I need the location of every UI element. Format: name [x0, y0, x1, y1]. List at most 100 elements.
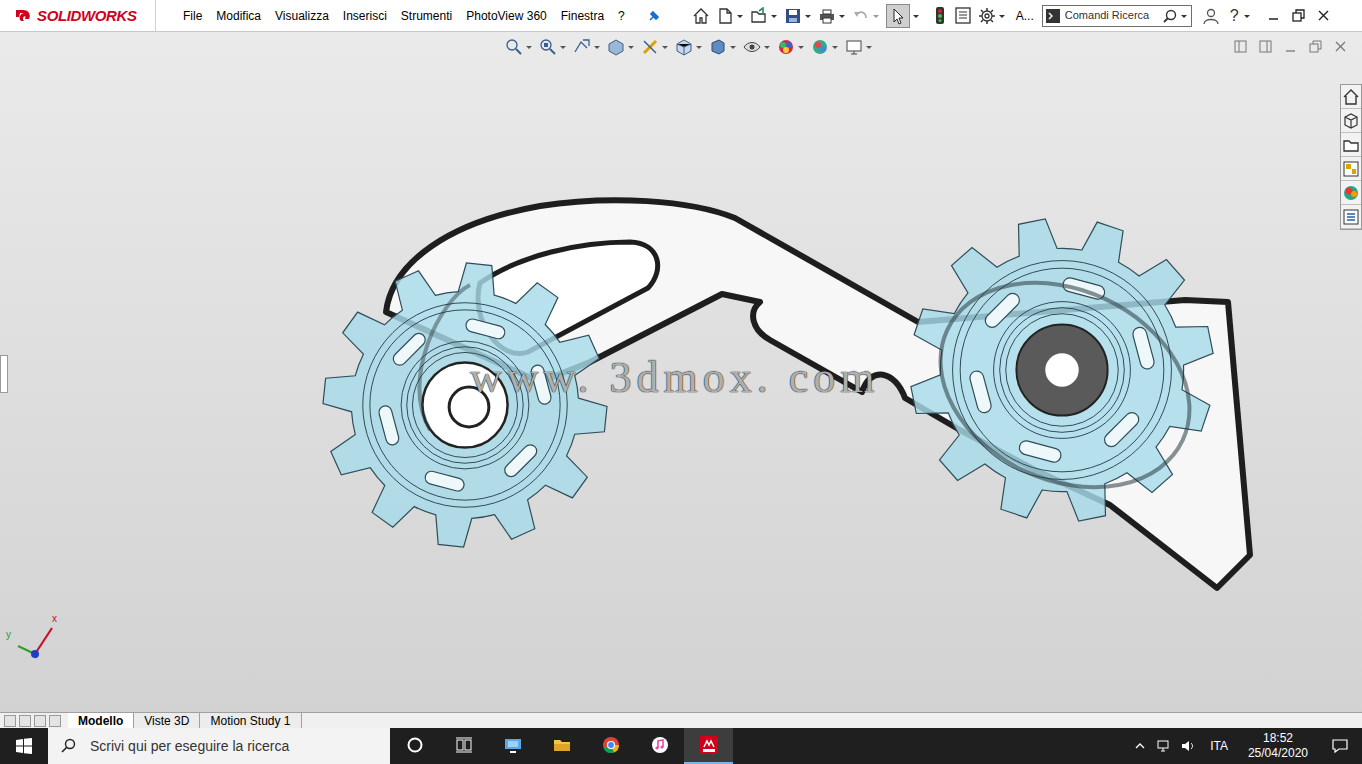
volume-icon[interactable]	[1176, 738, 1200, 754]
previous-tab-icon[interactable]	[19, 715, 31, 727]
menu-item[interactable]: Inserisci	[336, 7, 394, 25]
search-icon[interactable]	[1163, 9, 1177, 23]
dropdown-arrow-icon[interactable]	[872, 13, 880, 19]
previous-view-icon[interactable]	[573, 38, 591, 56]
view-settings-icon[interactable]	[845, 38, 863, 56]
doc-minimize-icon[interactable]	[1284, 40, 1297, 53]
dropdown-arrow-icon[interactable]	[627, 44, 635, 50]
dropdown-arrow-icon[interactable]	[661, 44, 669, 50]
view-palette-icon[interactable]	[1341, 157, 1361, 181]
user-icon[interactable]	[1202, 7, 1220, 25]
dropdown-arrow-icon[interactable]	[865, 44, 873, 50]
input-language[interactable]: ITA	[1200, 737, 1238, 755]
home-icon[interactable]	[692, 7, 710, 25]
save-icon[interactable]	[784, 7, 802, 25]
undo-icon[interactable]	[852, 7, 870, 25]
taskbar-app[interactable]	[537, 728, 586, 764]
open-icon[interactable]	[750, 7, 768, 25]
file-explorer-icon[interactable]	[1341, 133, 1361, 157]
appearances-icon[interactable]	[1341, 181, 1361, 205]
command-search[interactable]	[1042, 5, 1192, 27]
feature-manager-tab[interactable]	[0, 355, 8, 393]
next-tab-icon[interactable]	[34, 715, 46, 727]
dropdown-arrow-icon[interactable]	[729, 44, 737, 50]
dropdown-arrow-icon[interactable]	[912, 13, 920, 19]
dropdown-arrow-icon[interactable]	[804, 13, 812, 19]
dropdown-arrow-icon[interactable]	[998, 13, 1006, 19]
zoom-to-fit-icon[interactable]	[505, 38, 523, 56]
dropdown-arrow-icon[interactable]	[1243, 13, 1251, 19]
dropdown-arrow-icon[interactable]	[695, 44, 703, 50]
dropdown-arrow-icon[interactable]	[736, 13, 744, 19]
clock[interactable]: 18:5225/04/2020	[1238, 731, 1318, 761]
windows-start-icon[interactable]	[0, 728, 48, 764]
menu-item[interactable]: Finestra	[554, 7, 611, 25]
menu-item[interactable]: ?	[611, 7, 632, 25]
menu-item[interactable]: PhotoView 360	[459, 7, 554, 25]
network-icon[interactable]	[1152, 738, 1176, 754]
taskbar-app[interactable]	[488, 728, 537, 764]
view-orientation-icon[interactable]	[675, 38, 693, 56]
graphics-area[interactable]: www. 3dmox. comxy	[0, 32, 1362, 712]
file-properties-icon[interactable]	[954, 6, 972, 25]
show-hidden-icons-icon[interactable]	[1128, 740, 1152, 752]
dropdown-arrow-icon[interactable]	[838, 13, 846, 19]
document-tab[interactable]: Modello	[68, 713, 134, 728]
edit-appearance-icon[interactable]	[777, 38, 795, 56]
dropdown-arrow-icon[interactable]	[559, 44, 567, 50]
print-icon[interactable]	[818, 7, 836, 25]
help-button[interactable]: ?	[1230, 4, 1239, 28]
dynamic-annotation-icon[interactable]	[641, 38, 659, 56]
dropdown-arrow-icon[interactable]	[797, 44, 805, 50]
taskbar-app[interactable]	[439, 728, 488, 764]
dropdown-arrow-icon[interactable]	[763, 44, 771, 50]
dropdown-arrow-icon[interactable]	[1180, 13, 1188, 19]
design-library-icon[interactable]	[1341, 109, 1361, 133]
close-icon[interactable]	[1317, 9, 1330, 22]
zoom-area-icon[interactable]	[539, 38, 557, 56]
menu-item[interactable]: Modifica	[209, 7, 268, 25]
dropdown-arrow-icon[interactable]	[525, 44, 533, 50]
last-tab-icon[interactable]	[49, 715, 61, 727]
split-left-icon[interactable]	[1234, 40, 1247, 53]
orientation-triad[interactable]: xy	[6, 614, 66, 662]
resources-home-icon[interactable]	[1341, 85, 1361, 109]
options-icon[interactable]	[978, 7, 996, 25]
notification-center-icon[interactable]	[1318, 728, 1362, 764]
menu-item[interactable]: Visualizza	[268, 7, 336, 25]
monitor-icon	[503, 735, 523, 755]
taskbar-app[interactable]	[684, 728, 733, 764]
taskbar-search-input[interactable]	[90, 736, 378, 757]
rebuild-icon[interactable]	[932, 6, 948, 25]
custom-properties-icon[interactable]	[1341, 205, 1361, 229]
solidworks-logo[interactable]: SOLIDWORKS	[0, 0, 156, 31]
menu-item[interactable]: Strumenti	[394, 7, 459, 25]
pin-icon[interactable]	[646, 8, 662, 24]
dropdown-arrow-icon[interactable]	[593, 44, 601, 50]
display-style-icon[interactable]	[709, 38, 727, 56]
select-icon[interactable]	[886, 4, 910, 28]
document-tab[interactable]: Viste 3D	[134, 713, 200, 728]
solidworks-icon	[699, 735, 719, 755]
dropdown-arrow-icon[interactable]	[831, 44, 839, 50]
toolbar-overflow[interactable]: A...	[1016, 7, 1034, 25]
taskbar-app[interactable]	[390, 728, 439, 764]
first-tab-icon[interactable]	[4, 715, 16, 727]
document-tab[interactable]: Motion Study 1	[200, 713, 301, 728]
taskbar-app[interactable]	[635, 728, 684, 764]
dropdown-arrow-icon[interactable]	[770, 13, 778, 19]
restore-icon[interactable]	[1292, 9, 1305, 22]
section-view-icon[interactable]	[607, 38, 625, 56]
hide-show-icon[interactable]	[743, 38, 761, 56]
taskbar-app[interactable]	[586, 728, 635, 764]
doc-restore-icon[interactable]	[1309, 40, 1322, 53]
menu-item[interactable]: File	[176, 7, 209, 25]
taskbar-search[interactable]	[48, 728, 390, 764]
chrome-icon	[601, 735, 621, 755]
apply-scene-icon[interactable]	[811, 38, 829, 56]
minimize-icon[interactable]	[1267, 9, 1280, 22]
command-search-input[interactable]	[1060, 7, 1163, 24]
new-document-icon[interactable]	[716, 7, 734, 25]
split-right-icon[interactable]	[1259, 40, 1272, 53]
doc-close-icon[interactable]	[1334, 40, 1347, 53]
